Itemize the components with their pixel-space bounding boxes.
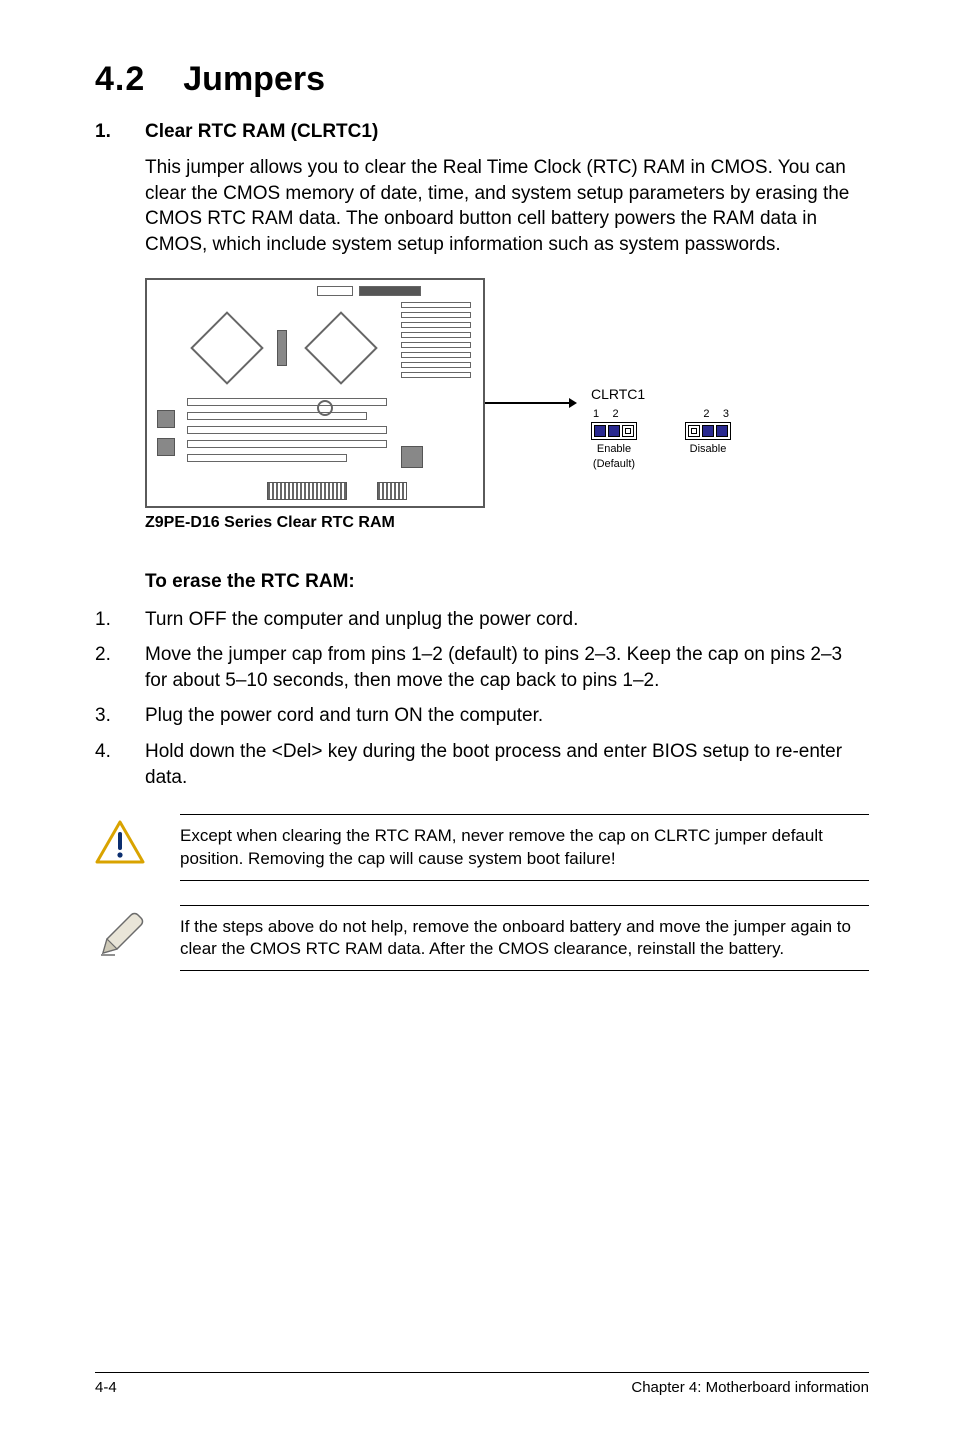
warning-callout: Except when clearing the RTC RAM, never … (95, 814, 869, 880)
pin-num: 2 (703, 408, 709, 420)
jumper-state-sub: (Default) (591, 458, 637, 470)
note-text: If the steps above do not help, remove t… (180, 905, 869, 971)
jumper-detail: CLRTC1 1 2 Enable (Default) (591, 386, 731, 470)
warning-text: Except when clearing the RTC RAM, never … (180, 814, 869, 880)
list-item: 4.Hold down the <Del> key during the boo… (95, 739, 869, 790)
pin-num: 2 (612, 408, 618, 420)
section-title: Jumpers (183, 60, 325, 98)
item-index: 1. (95, 121, 145, 143)
jumper-state-label: Enable (591, 443, 637, 455)
step-text: Turn OFF the computer and unplug the pow… (145, 607, 578, 633)
item-heading: 1. Clear RTC RAM (CLRTC1) (95, 121, 869, 143)
page-number: 4-4 (95, 1379, 117, 1396)
list-item: 3.Plug the power cord and turn ON the co… (95, 703, 869, 729)
note-callout: If the steps above do not help, remove t… (95, 905, 869, 971)
item-title: Clear RTC RAM (CLRTC1) (145, 121, 378, 143)
list-item: 2.Move the jumper cap from pins 1–2 (def… (95, 642, 869, 693)
motherboard-outline (145, 278, 485, 508)
warning-icon (95, 820, 145, 864)
jumper-state-label: Disable (685, 443, 731, 455)
pin-num: 3 (723, 408, 729, 420)
erase-heading: To erase the RTC RAM: (145, 571, 869, 593)
chapter-label: Chapter 4: Motherboard information (631, 1379, 869, 1396)
arrow-line (485, 402, 573, 404)
step-text: Move the jumper cap from pins 1–2 (defau… (145, 642, 869, 693)
section-heading: 4.2 Jumpers (95, 60, 869, 99)
pencil-note-icon (95, 911, 145, 961)
item-paragraph: This jumper allows you to clear the Real… (145, 155, 869, 258)
steps-list: 1.Turn OFF the computer and unplug the p… (95, 607, 869, 791)
list-item: 1.Turn OFF the computer and unplug the p… (95, 607, 869, 633)
step-text: Hold down the <Del> key during the boot … (145, 739, 869, 790)
board-caption: Z9PE-D16 Series Clear RTC RAM (145, 514, 725, 532)
arrow-head-icon (569, 398, 577, 408)
jumper-disable: 2 3 Disable (685, 408, 731, 470)
step-text: Plug the power cord and turn ON the comp… (145, 703, 543, 729)
pin-num: 1 (593, 408, 599, 420)
page-footer: 4-4 Chapter 4: Motherboard information (95, 1372, 869, 1396)
board-diagram: CLRTC1 1 2 Enable (Default) (145, 278, 725, 543)
section-number: 4.2 (95, 60, 145, 98)
jumper-enable: 1 2 Enable (Default) (591, 408, 637, 470)
jumper-name: CLRTC1 (591, 386, 731, 402)
